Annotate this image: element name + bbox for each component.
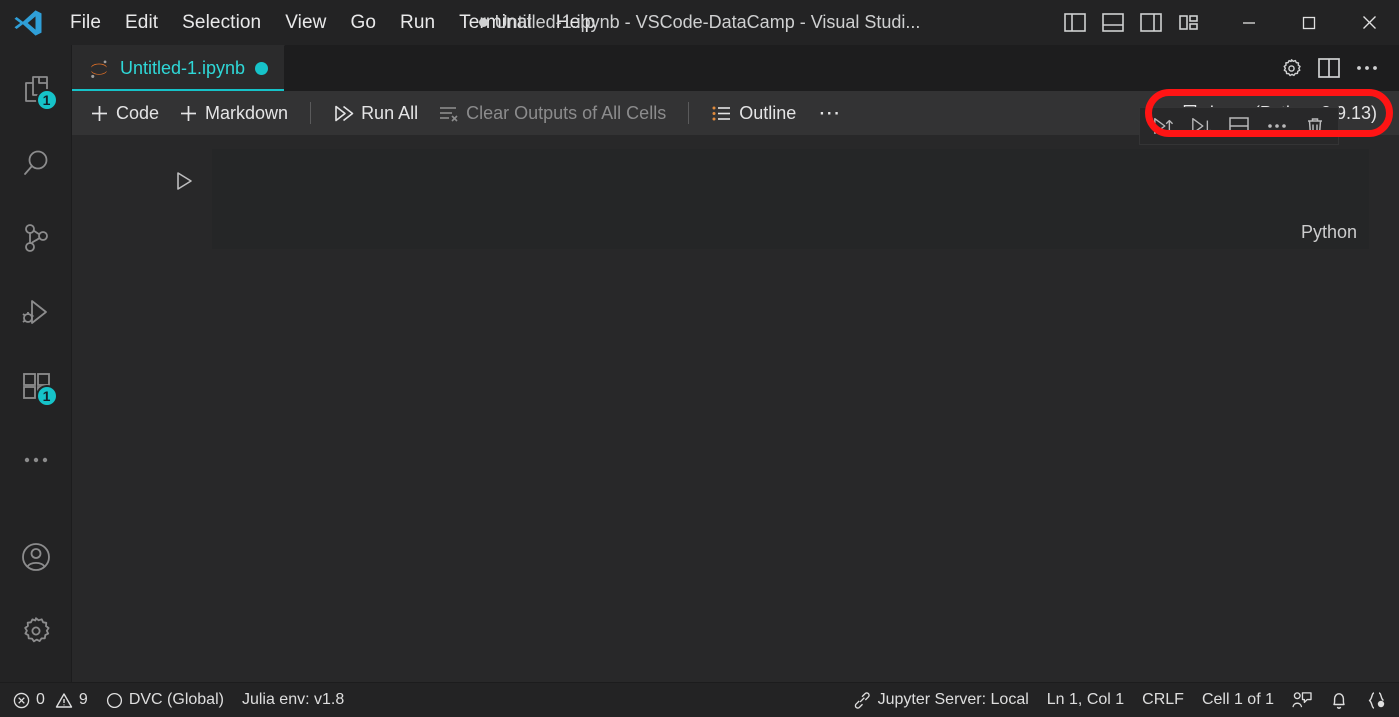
add-markdown-cell-label: Markdown — [205, 103, 288, 124]
status-eol[interactable]: CRLF — [1133, 683, 1193, 717]
status-cursor-position[interactable]: Ln 1, Col 1 — [1038, 683, 1133, 717]
run-cell-button[interactable] — [168, 165, 200, 197]
add-code-cell-label: Code — [116, 103, 159, 124]
window-controls — [1219, 0, 1399, 45]
menu-go[interactable]: Go — [338, 8, 388, 38]
notebook-settings-gear-icon[interactable] — [1273, 50, 1309, 86]
tab-bar: Untitled-1.ipynb — [72, 45, 1399, 91]
status-julia-env-label: Julia env: v1.8 — [242, 691, 344, 709]
warning-count: 9 — [79, 691, 88, 709]
sidebar-item-source-control[interactable] — [0, 201, 72, 275]
brace-icon — [1366, 691, 1386, 710]
sidebar-item-explorer[interactable]: 1 — [0, 53, 72, 127]
status-julia-env[interactable]: Julia env: v1.8 — [233, 683, 353, 717]
editor-group: Untitled-1.ipynb — [72, 45, 1399, 682]
explorer-badge: 1 — [36, 89, 58, 111]
accounts-button[interactable] — [0, 520, 72, 594]
cell-toolbar — [1139, 107, 1339, 145]
status-eol-label: CRLF — [1142, 691, 1184, 709]
feedback-icon — [1292, 691, 1312, 709]
status-dvc[interactable]: DVC (Global) — [97, 683, 233, 717]
sidebar-item-run-and-debug[interactable] — [0, 275, 72, 349]
toggle-primary-sidebar-icon[interactable] — [1057, 5, 1093, 41]
error-icon — [13, 692, 30, 709]
tab-untitled-1-ipynb[interactable]: Untitled-1.ipynb — [72, 45, 285, 91]
add-markdown-cell-button[interactable]: Markdown — [169, 99, 298, 128]
tab-dirty-indicator-icon[interactable] — [255, 62, 268, 75]
status-cell-count-label: Cell 1 of 1 — [1202, 691, 1274, 709]
menu-view[interactable]: View — [273, 8, 338, 38]
remote-icon — [853, 692, 872, 709]
run-all-button[interactable]: Run All — [323, 99, 428, 128]
vscode-logo-icon — [8, 3, 48, 43]
run-below-icon[interactable] — [1184, 111, 1218, 141]
menu-selection[interactable]: Selection — [170, 8, 273, 38]
status-jupyter-server-label: Jupyter Server: Local — [878, 691, 1029, 709]
delete-cell-icon[interactable] — [1298, 111, 1332, 141]
toolbar-separator-1 — [310, 102, 311, 124]
menu-edit[interactable]: Edit — [113, 8, 170, 38]
status-feedback[interactable] — [1283, 683, 1321, 717]
clear-outputs-button[interactable]: Clear Outputs of All Cells — [428, 99, 676, 128]
split-editor-icon[interactable] — [1311, 50, 1347, 86]
run-all-label: Run All — [361, 103, 418, 124]
outline-label: Outline — [739, 103, 796, 124]
status-jupyter-server[interactable]: Jupyter Server: Local — [844, 683, 1038, 717]
cell-editor-area[interactable]: Python — [212, 149, 1369, 249]
activity-bar: 1 — [0, 45, 72, 682]
extensions-badge: 1 — [36, 385, 58, 407]
more-cell-actions-icon[interactable] — [1260, 111, 1294, 141]
vscode-window: File Edit Selection View Go Run Terminal… — [0, 0, 1399, 717]
menu-help[interactable]: Help — [544, 8, 607, 38]
title-bar: File Edit Selection View Go Run Terminal… — [0, 0, 1399, 45]
circle-icon — [106, 692, 123, 709]
notebook-scrollbar[interactable] — [1385, 135, 1399, 682]
editor-actions — [1273, 45, 1399, 91]
status-bar: 0 9 DVC (Global) Julia env: v1.8 — [0, 682, 1399, 717]
add-code-cell-button[interactable]: Code — [80, 99, 169, 128]
editor-more-actions-icon[interactable] — [1349, 50, 1385, 86]
bell-icon — [1330, 691, 1348, 710]
maximize-button[interactable] — [1279, 0, 1339, 45]
warning-icon — [55, 692, 73, 709]
outline-button[interactable]: Outline — [701, 99, 806, 128]
manage-settings-button[interactable] — [0, 594, 72, 668]
toolbar-more-actions-icon[interactable]: ⋯ — [806, 102, 854, 124]
sidebar-item-extensions[interactable]: 1 — [0, 349, 72, 423]
status-brackets[interactable] — [1357, 683, 1395, 717]
sidebar-item-more-views[interactable] — [0, 423, 72, 497]
status-cursor-position-label: Ln 1, Col 1 — [1047, 691, 1124, 709]
notebook-cell-1: Python — [72, 149, 1399, 249]
error-count: 0 — [36, 691, 45, 709]
tab-label: Untitled-1.ipynb — [120, 58, 245, 79]
toggle-secondary-sidebar-icon[interactable] — [1133, 5, 1169, 41]
layout-controls — [1057, 5, 1219, 41]
sidebar-item-search[interactable] — [0, 127, 72, 201]
close-button[interactable] — [1339, 0, 1399, 45]
status-notifications[interactable] — [1321, 683, 1357, 717]
status-dvc-label: DVC (Global) — [129, 691, 224, 709]
toolbar-separator-2 — [688, 102, 689, 124]
run-above-icon[interactable] — [1146, 111, 1180, 141]
clear-outputs-label: Clear Outputs of All Cells — [466, 103, 666, 124]
customize-layout-icon[interactable] — [1171, 5, 1207, 41]
cell-language-label[interactable]: Python — [1301, 222, 1357, 243]
status-problems[interactable]: 0 9 — [4, 683, 97, 717]
menu-terminal[interactable]: Terminal — [447, 8, 544, 38]
toggle-panel-icon[interactable] — [1095, 5, 1131, 41]
status-cell-count[interactable]: Cell 1 of 1 — [1193, 683, 1283, 717]
workbench-body: 1 — [0, 45, 1399, 682]
menu-bar: File Edit Selection View Go Run Terminal… — [58, 8, 607, 38]
jupyter-notebook-icon — [88, 58, 110, 80]
menu-run[interactable]: Run — [388, 8, 447, 38]
minimize-button[interactable] — [1219, 0, 1279, 45]
menu-file[interactable]: File — [58, 8, 113, 38]
notebook-editor: Python — [72, 135, 1399, 682]
split-cell-icon[interactable] — [1222, 111, 1256, 141]
title-bar-right — [1057, 0, 1399, 45]
